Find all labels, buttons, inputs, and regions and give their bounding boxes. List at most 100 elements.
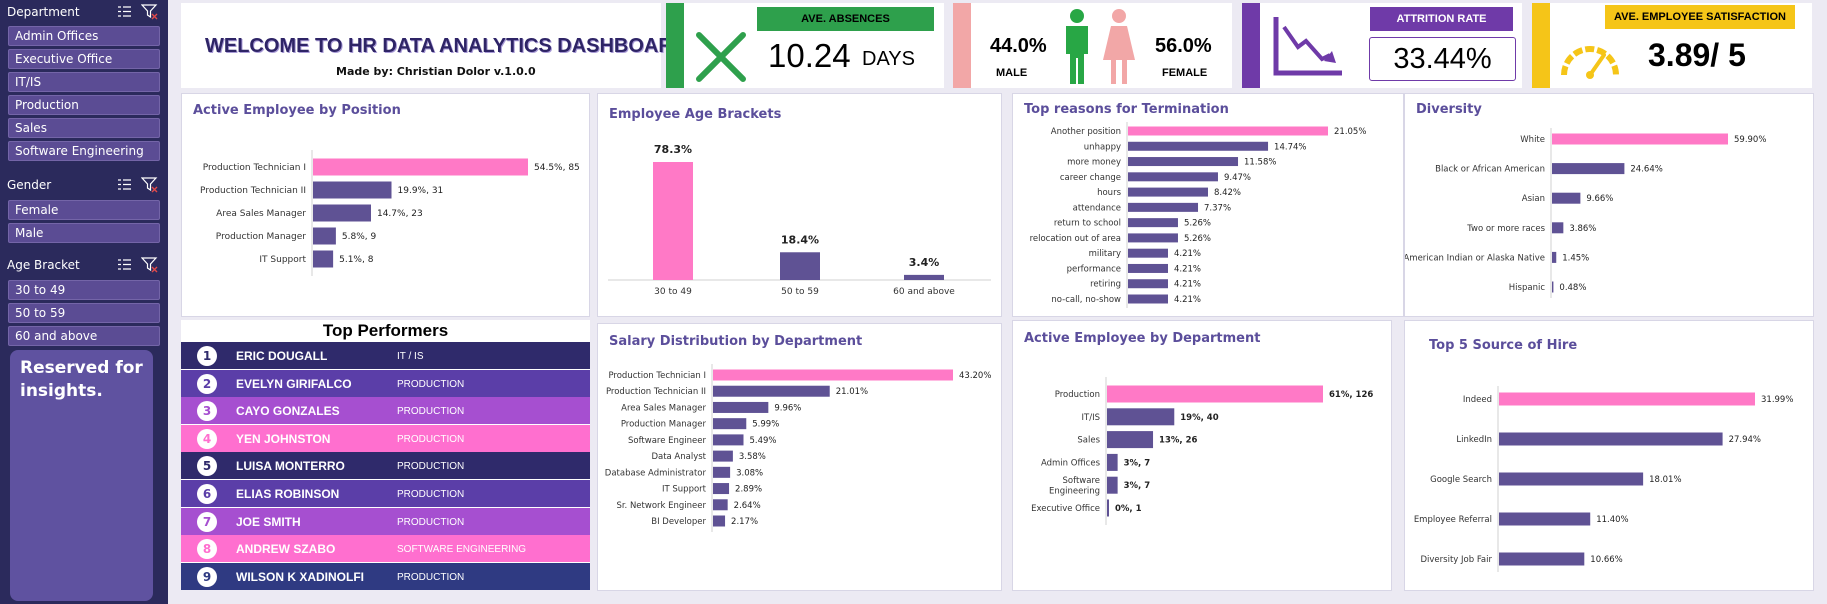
bar [1499,512,1591,526]
performer-rank: 2 [197,373,217,394]
slicer-item-it-is[interactable]: IT/IS [8,72,160,92]
slicer-item-60-and-above[interactable]: 60 and above [8,326,160,346]
clear-filter-icon[interactable] [140,256,158,273]
data-label: 4.21% [1174,295,1201,305]
bar [1107,499,1109,517]
top-performers-panel: Top Performers 1 ERIC DOUGALL IT / IS 2 EVEL… [181,320,590,590]
bar [1128,263,1168,273]
gender-slicer-title: Gender [7,178,52,192]
bar [1107,453,1118,471]
performer-row: 4 YEN JOHNSTON PRODUCTION [181,424,590,452]
slicer-item-50-to-59[interactable]: 50 to 59 [8,303,160,323]
slicer-item-female[interactable]: Female [8,200,160,220]
category-label: no-call, no-show [1051,295,1121,305]
performer-name: LUISA MONTERRO [236,459,345,474]
performer-name: YEN JOHNSTON [236,431,331,446]
category-label: Production Technician I [203,163,306,173]
clear-filter-icon[interactable] [140,176,158,193]
category-label: Area Sales Manager [216,209,306,219]
age-slicer-title: Age Bracket [7,258,80,272]
category-label: relocation out of area [1030,234,1121,244]
category-label: Another position [1051,127,1121,137]
category-label: more money [1067,158,1121,168]
slicer-item-male[interactable]: Male [8,223,160,243]
age-slicer-header: Age Bracket [7,256,165,274]
data-label: 7.37% [1204,203,1231,213]
data-label: 11.58% [1244,158,1276,168]
bar [313,158,528,176]
slicer-item-sales[interactable]: Sales [8,118,160,138]
attrition-strip [1242,3,1260,88]
category-label: Production Manager [216,232,306,242]
clear-filter-icon[interactable] [140,3,158,20]
performer-rank: 8 [197,539,217,560]
category-label: Production Technician II [606,387,706,397]
age-chart: 78.3% 30 to 49 18.4% 50 to 59 3.4% 60 and abo… [608,143,991,297]
bar [713,401,769,413]
male-figure-icon [1060,8,1094,86]
data-label: 1.45% [1562,253,1589,263]
category-label: Software Engineer [628,436,707,446]
slicer-item-30-to-49[interactable]: 30 to 49 [8,280,160,300]
data-label: 9.47% [1224,173,1251,183]
performer-row: 8 ANDREW SZABO SOFTWARE ENGINEERING [181,535,590,563]
performer-rank: 6 [197,484,217,504]
performer-department: PRODUCTION [397,489,465,500]
data-label: 8.42% [1214,188,1241,198]
category-label: Production Technician I [608,371,706,381]
bar [1128,294,1168,304]
category-label: Database Administrator [605,468,707,478]
bar [713,466,731,478]
satisfaction-value: 3.89/ 5 [1648,37,1746,73]
performer-department: IT / IS [397,351,424,362]
multi-select-icon[interactable] [116,256,133,273]
data-label: 14.74% [1274,142,1306,152]
performer-department: SOFTWARE ENGINEERING [397,544,527,556]
data-label: 4.21% [1174,249,1201,259]
salary-chart: Production Technician I 43.20% Production … [605,364,991,532]
category-label: Google Search [1430,475,1492,485]
bar [1552,281,1554,293]
slicer-item-production[interactable]: Production [8,95,160,115]
diversity-chart: White 59.90% Black or African American 24.6… [1405,128,1766,298]
bar [1552,163,1625,175]
performer-name: EVELYN GIRIFALCO [236,376,352,391]
attrition-label: ATTRITION RATE [1370,7,1513,31]
performer-row: 1 ERIC DOUGALL IT / IS [181,342,590,369]
bar [1128,248,1168,258]
female-label: FEMALE [1162,67,1208,79]
category-label: IT Support [259,255,306,265]
performer-rank: 1 [197,346,217,366]
satisfaction-strip [1532,3,1550,88]
bar [1107,408,1175,426]
category-label: Production Technician II [200,186,306,196]
data-label: 3%, 7 [1124,481,1151,491]
data-label: 3.58% [739,452,766,462]
slicer-item-executive-office[interactable]: Executive Office [8,49,160,69]
data-label: 0%, 1 [1115,504,1142,514]
gender-slicer-header: Gender [7,176,165,194]
data-label: 13%, 26 [1159,436,1197,446]
performer-rank: 9 [197,566,217,587]
category-label: military [1089,249,1121,259]
bar [713,418,747,430]
data-label: 27.94% [1729,435,1761,445]
bar [1128,279,1168,289]
performer-department: PRODUCTION [397,378,465,390]
data-label: 19.9%, 31 [398,186,444,196]
multi-select-icon[interactable] [116,176,133,193]
data-label: 4.21% [1174,264,1201,274]
hire-chart: Indeed 31.99% LinkedIn 27.94% Google Search 1… [1414,386,1793,572]
data-label: 14.7%, 23 [377,209,423,219]
department-chart: Production 61%, 126 IT/IS 19%, 40 Sales 13%, … [1031,377,1373,525]
category-label: LinkedIn [1456,435,1492,445]
slicer-item-software-engineering[interactable]: Software Engineering [8,141,160,161]
gender-strip [953,3,971,88]
bar [1107,385,1323,403]
slicer-item-admin-offices[interactable]: Admin Offices [8,26,160,46]
category-label: IT Support [662,485,707,495]
data-label: 59.90% [1734,135,1766,145]
multi-select-icon[interactable] [116,3,133,20]
bar [1499,392,1755,406]
position-chart: Production Technician I 54.5%, 85 Producti… [200,150,580,276]
